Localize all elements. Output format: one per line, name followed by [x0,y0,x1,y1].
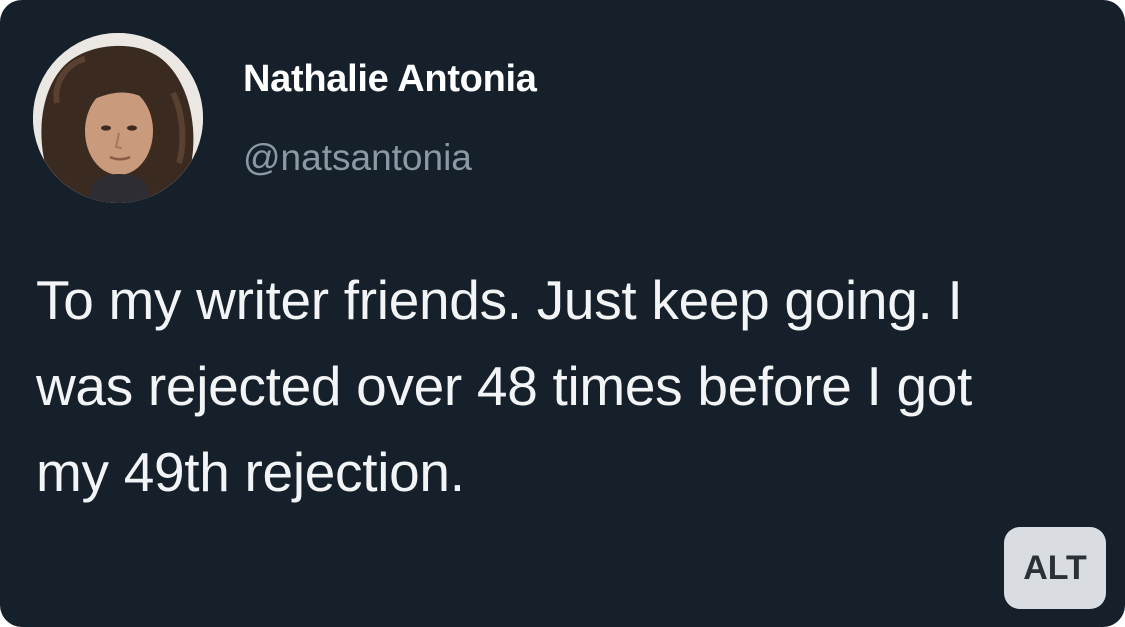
tweet-card: Nathalie Antonia @natsantonia To my writ… [0,0,1125,627]
tweet-text: To my writer friends. Just keep going. I… [36,269,973,503]
user-handle[interactable]: @natsantonia [243,137,472,179]
avatar[interactable] [33,33,203,203]
display-name[interactable]: Nathalie Antonia [243,58,537,101]
alt-text-button[interactable]: ALT [1004,527,1106,609]
profile-photo-icon [33,33,203,203]
